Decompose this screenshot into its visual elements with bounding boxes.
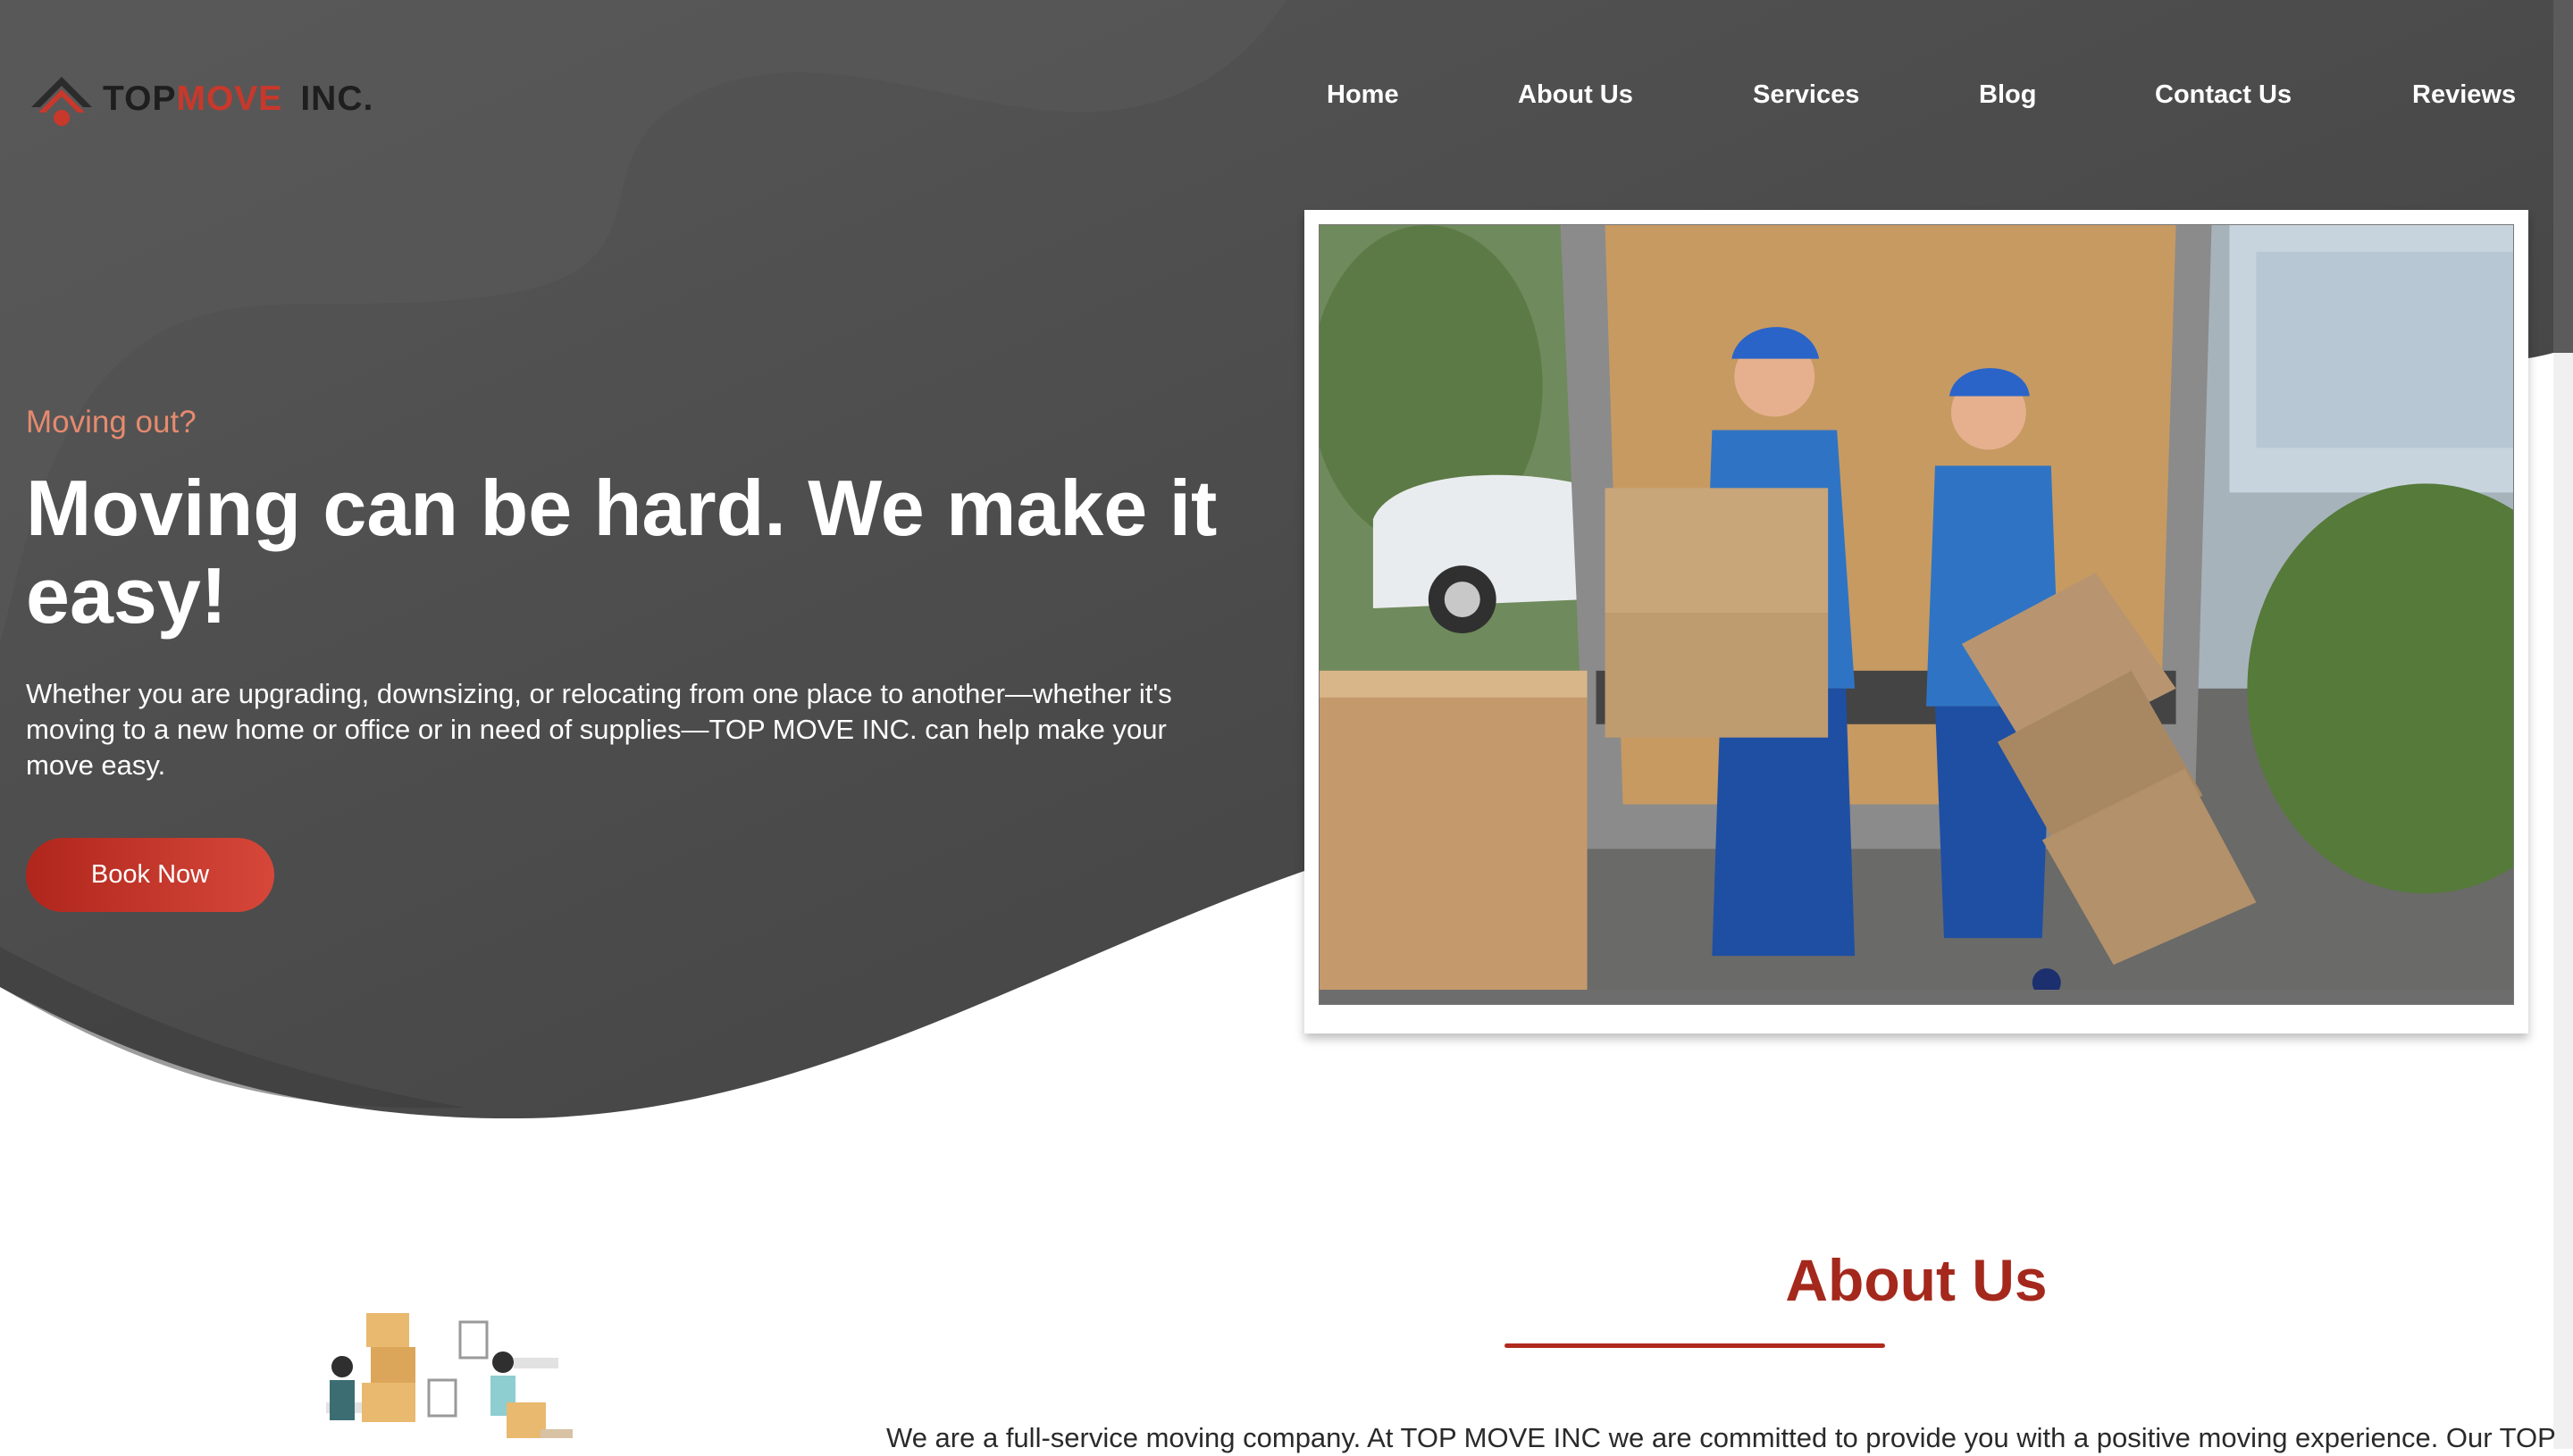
book-now-button[interactable]: Book Now [26, 838, 274, 912]
movers-with-boxes-photo [1319, 224, 2514, 1005]
hero-description: Whether you are upgrading, downsizing, o… [26, 678, 1172, 781]
about-us-text: We are a full-service moving company. At… [886, 1422, 2556, 1453]
nav-reviews[interactable]: Reviews [2412, 80, 2516, 110]
hero-headline: Moving can be hard. We make it easy! [26, 464, 1218, 640]
nav-about-us[interactable]: About Us [1518, 80, 1633, 110]
main-nav: Home About Us Services Blog Contact Us R… [0, 80, 2573, 125]
about-heading-underline [1504, 1343, 1885, 1348]
movers-carrying-boxes-illustration [299, 1313, 594, 1449]
nav-services[interactable]: Services [1753, 80, 1859, 110]
nav-contact-us[interactable]: Contact Us [2155, 80, 2292, 110]
hero-photo-frame [1304, 210, 2528, 1033]
about-us-heading: About Us [1785, 1247, 2048, 1313]
nav-home[interactable]: Home [1327, 80, 1399, 110]
nav-blog[interactable]: Blog [1979, 80, 2036, 110]
scrollbar-thumb[interactable] [2553, 0, 2573, 353]
hero-eyebrow: Moving out? [26, 405, 197, 439]
page-scrollbar[interactable] [2553, 0, 2573, 1449]
